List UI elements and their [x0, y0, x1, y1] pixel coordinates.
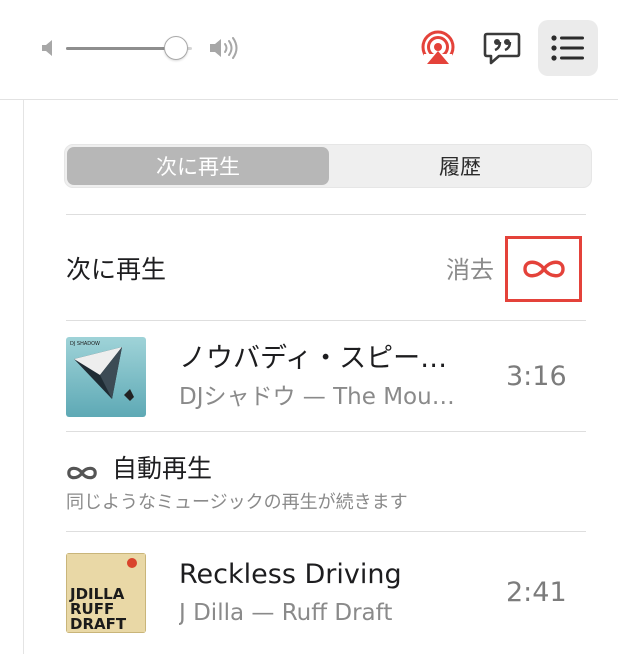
- volume-slider-fill: [66, 47, 176, 50]
- playback-toolbar: [0, 0, 618, 100]
- divider: [66, 320, 586, 321]
- sidebar-divider: [23, 100, 24, 654]
- infinity-icon: [66, 458, 106, 487]
- autoplay-description: 同じようなミュージックの再生が続きます: [66, 492, 408, 513]
- tab-up-next[interactable]: 次に再生: [67, 147, 329, 185]
- album-artwork: JDILLA RUFF DRAFT: [66, 553, 146, 633]
- speaker-low-icon: [40, 38, 56, 58]
- autoplay-track-row[interactable]: JDILLA RUFF DRAFT Reckless Driving J Dil…: [66, 553, 586, 637]
- track-artist-album: J Dilla — Ruff Draft: [179, 600, 393, 626]
- divider: [66, 431, 586, 432]
- queue-history-segmented-control: 次に再生 履歴: [64, 144, 592, 188]
- track-duration: 3:16: [506, 361, 567, 392]
- track-duration: 2:41: [506, 577, 567, 608]
- clear-button[interactable]: 消去: [446, 254, 494, 286]
- track-title: ノウバディ・スピー…: [179, 343, 448, 374]
- divider: [66, 531, 586, 532]
- autoplay-heading-label: 自動再生: [111, 454, 212, 483]
- lyrics-button[interactable]: [482, 28, 522, 68]
- airplay-button[interactable]: [418, 28, 458, 68]
- autoplay-heading: 自動再生: [66, 452, 212, 486]
- speaker-high-icon: [208, 36, 240, 60]
- airplay-icon: [418, 30, 458, 72]
- tab-history[interactable]: 履歴: [331, 147, 589, 185]
- track-artist-album: DJシャドウ — The Mou…: [179, 384, 455, 410]
- autoplay-toggle-button[interactable]: [505, 236, 582, 302]
- up-next-heading: 次に再生: [66, 255, 167, 284]
- queue-track-row[interactable]: DJ SHADOW ノウバディ・スピー… DJシャドウ — The Mou… 3…: [66, 337, 586, 421]
- album-art-line-3: DRAFT: [70, 615, 127, 633]
- album-art-text: DJ SHADOW: [70, 341, 100, 347]
- lyrics-quote-icon: [482, 32, 522, 72]
- queue-button[interactable]: [538, 20, 598, 76]
- track-title: Reckless Driving: [179, 559, 402, 590]
- volume-slider-knob[interactable]: [164, 36, 188, 60]
- divider: [66, 214, 586, 215]
- album-artwork: DJ SHADOW: [66, 337, 146, 417]
